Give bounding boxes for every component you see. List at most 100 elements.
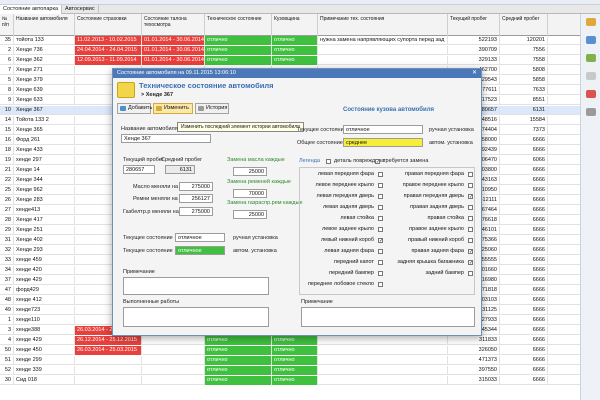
print-icon[interactable]	[586, 72, 596, 80]
body-part-checkbox[interactable]	[468, 183, 473, 188]
table-cell: 315033	[448, 376, 500, 385]
table-row[interactable]: 4 хенде 429 26.12.2014 - 25.12.2015 отлично…	[0, 336, 580, 345]
table-row[interactable]: 52 хенде 339 отлично отлично 397550 6666	[0, 366, 580, 375]
column-header[interactable]: Состояние страховки	[75, 14, 142, 36]
body-part-checkbox[interactable]: ✓	[468, 260, 473, 266]
table-row[interactable]: 2 Хенде 736 24.04.2014 - 24.04.2015 01.01.2…	[0, 46, 580, 55]
body-part-checkbox[interactable]	[468, 271, 473, 276]
body-state-select[interactable]: отличное	[343, 125, 423, 134]
change-button[interactable]: Изменить	[153, 103, 193, 114]
body-title: Состояние кузова автомобиля	[343, 107, 435, 113]
table-cell: 25	[0, 186, 14, 195]
gas-belt-changed-field[interactable]: 275000	[179, 207, 213, 216]
body-part-checkbox[interactable]	[378, 249, 383, 254]
tech-state-select[interactable]: отличное	[175, 233, 225, 242]
table-cell: Хенде 736	[14, 46, 75, 55]
body-part-checkbox[interactable]	[378, 282, 383, 287]
tech-note-field[interactable]	[123, 277, 269, 295]
table-cell: 28	[0, 216, 14, 225]
body-part-checkbox[interactable]	[468, 227, 473, 232]
body-part-checkbox[interactable]	[468, 216, 473, 221]
history-button[interactable]: История	[195, 103, 229, 114]
table-cell: 120201	[500, 36, 548, 45]
table-cell: хенде 420	[14, 266, 75, 275]
table-cell: Хенде 271	[14, 66, 75, 75]
body-part-checkbox[interactable]	[378, 260, 383, 265]
table-cell	[75, 376, 142, 385]
column-header[interactable]: Текущий пробег	[448, 14, 500, 36]
tab-fleet-state[interactable]: Состояние автопарка	[0, 5, 63, 14]
belts-interval-field[interactable]: 70000	[233, 189, 267, 198]
table-cell	[318, 56, 448, 65]
name-field[interactable]: Хенде 367	[121, 134, 211, 143]
delete-icon[interactable]	[586, 90, 596, 98]
table-cell	[318, 46, 448, 55]
body-part-checkbox[interactable]	[378, 183, 383, 188]
column-header[interactable]: № п/п	[0, 14, 14, 36]
tab-autoservice[interactable]: Автосервис	[62, 5, 99, 14]
body-note-field[interactable]	[301, 307, 475, 327]
body-part-checkbox[interactable]	[468, 238, 473, 243]
table-row[interactable]: 6 Хенде 362 12.09.2013 - 11.09.2014 01.01.2…	[0, 56, 580, 65]
column-header[interactable]: Техническое состояние	[205, 14, 272, 36]
folder-icon[interactable]	[586, 18, 596, 26]
body-part-checkbox[interactable]	[378, 271, 383, 276]
body-part-checkbox[interactable]	[468, 172, 473, 177]
column-header[interactable]: Примечание тех. состояния	[318, 14, 448, 36]
table-cell: 16	[0, 136, 14, 145]
table-cell: 6666	[500, 146, 548, 155]
table-cell	[75, 356, 142, 365]
table-cell: хенде 429	[14, 336, 75, 345]
settings-icon[interactable]	[586, 108, 596, 116]
dialog-title: Состояние автомобиля на 09.11.2015 13:06…	[113, 69, 481, 78]
table-cell: 7633	[500, 86, 548, 95]
refresh-icon[interactable]	[586, 54, 596, 62]
save-icon[interactable]	[586, 36, 596, 44]
body-part-checkbox[interactable]: ✓	[468, 249, 473, 255]
tech-total-mode: автом. установка	[233, 248, 277, 254]
table-row[interactable]: 35 тойота 133 11.02.2013 - 10.02.2015 01.01…	[0, 36, 580, 45]
table-cell: 51	[0, 356, 14, 365]
body-part-checkbox[interactable]	[468, 205, 473, 210]
body-part-checkbox[interactable]	[378, 205, 383, 210]
table-cell: Хенде 402	[14, 236, 75, 245]
body-state-label: Текущее состояние	[297, 127, 347, 133]
table-cell: 12.09.2013 - 11.09.2014	[75, 56, 142, 65]
oil-interval-field[interactable]: 25000	[233, 167, 267, 176]
column-header[interactable]: Средний пробег	[500, 14, 548, 36]
works-field[interactable]	[123, 307, 269, 327]
add-button[interactable]: Добавить	[117, 103, 152, 114]
body-part-label: правая задняя фара	[411, 248, 464, 254]
table-cell: Сид 018	[14, 376, 75, 385]
body-part-label: правое переднее крыло	[402, 182, 464, 188]
table-row[interactable]: 30 Сид 018 отлично отлично 315033 6666	[0, 376, 580, 385]
table-cell: 471373	[448, 356, 500, 365]
body-part-checkbox[interactable]	[378, 194, 383, 199]
table-cell: 30	[0, 376, 14, 385]
column-header[interactable]: Состояние талона техосмотра	[142, 14, 205, 36]
body-part-checkbox[interactable]	[378, 216, 383, 221]
table-cell: 311833	[448, 336, 500, 345]
table-cell: 6666	[500, 236, 548, 245]
body-part-label: правая передняя дверь	[403, 193, 464, 199]
table-cell: 47	[0, 286, 14, 295]
body-part-label: левый нижний короб	[320, 237, 374, 243]
table-cell: хенде723	[14, 306, 75, 315]
body-part-checkbox[interactable]	[378, 227, 383, 232]
table-cell	[142, 366, 205, 375]
table-cell: отлично	[272, 356, 318, 365]
close-icon[interactable]: ✕	[471, 70, 478, 77]
column-header[interactable]: Название автомобиля	[14, 14, 75, 36]
table-cell: 390709	[448, 46, 500, 55]
body-part-checkbox[interactable]: ✓	[468, 194, 473, 200]
table-row[interactable]: 51 хенде 299 отлично отлично 471373 6666	[0, 356, 580, 365]
oil-changed-field[interactable]: 275000	[179, 182, 213, 191]
belts-changed-field[interactable]: 256127	[179, 194, 213, 203]
body-part-checkbox[interactable]: ✓	[378, 238, 383, 244]
gas-belt-interval-field[interactable]: 25000	[233, 210, 267, 219]
column-header[interactable]: Кузовщина	[272, 14, 318, 36]
body-part-checkbox[interactable]	[378, 172, 383, 177]
current-mileage-field[interactable]: 280657	[123, 165, 155, 174]
table-row[interactable]: 50 хенде 450 26.03.2014 - 25.03.2015 отличн…	[0, 346, 580, 355]
table-cell: 3	[0, 326, 14, 335]
